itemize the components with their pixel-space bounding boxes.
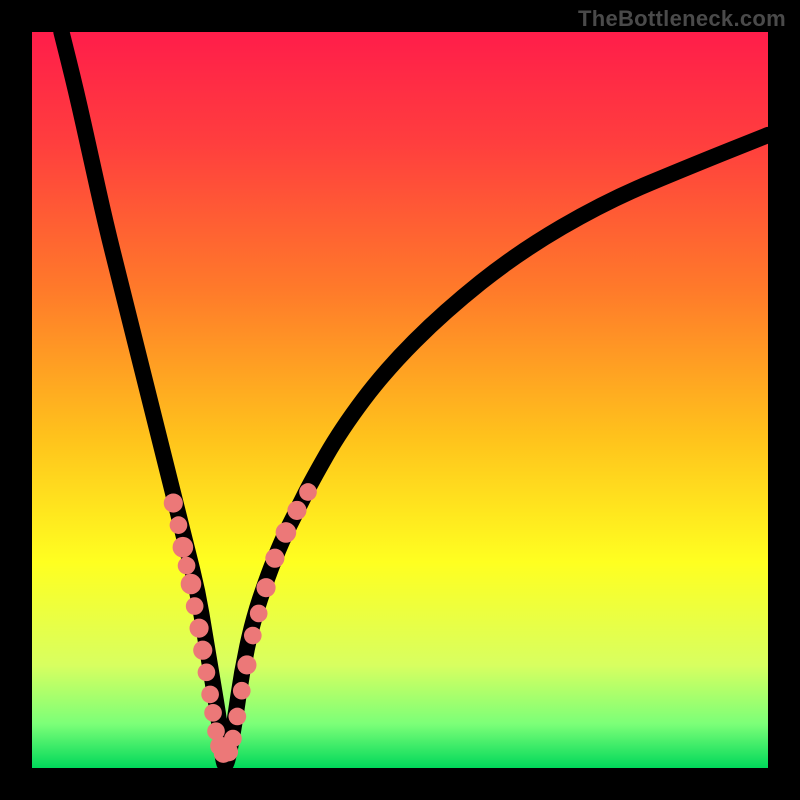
scatter-dot: [265, 549, 284, 568]
scatter-dot: [237, 655, 256, 674]
scatter-dot: [186, 597, 204, 615]
scatter-dot: [173, 537, 194, 558]
scatter-dot: [233, 682, 251, 700]
scatter-dot: [287, 501, 306, 520]
scatter-dot: [193, 641, 212, 660]
scatter-dot: [229, 708, 247, 726]
watermark-text: TheBottleneck.com: [578, 6, 786, 32]
bottleneck-curve: [61, 32, 768, 764]
scatter-dot: [181, 574, 202, 595]
scatter-dot: [178, 557, 196, 575]
scatter-dot: [244, 627, 262, 645]
scatter-dot: [204, 704, 222, 722]
plot-area: [32, 32, 768, 768]
scatter-dot: [190, 619, 209, 638]
scatter-dot: [201, 686, 219, 704]
scatter-dot: [250, 605, 268, 623]
scatter-dot: [170, 516, 188, 534]
scatter-dot: [198, 663, 216, 681]
chart-overlay-svg: [32, 32, 768, 768]
chart-frame: TheBottleneck.com: [0, 0, 800, 800]
scatter-dot: [256, 578, 275, 597]
scatter-dot: [224, 730, 242, 748]
scatter-dot: [164, 493, 183, 512]
scatter-dot: [276, 522, 297, 543]
scatter-dot: [299, 483, 317, 501]
